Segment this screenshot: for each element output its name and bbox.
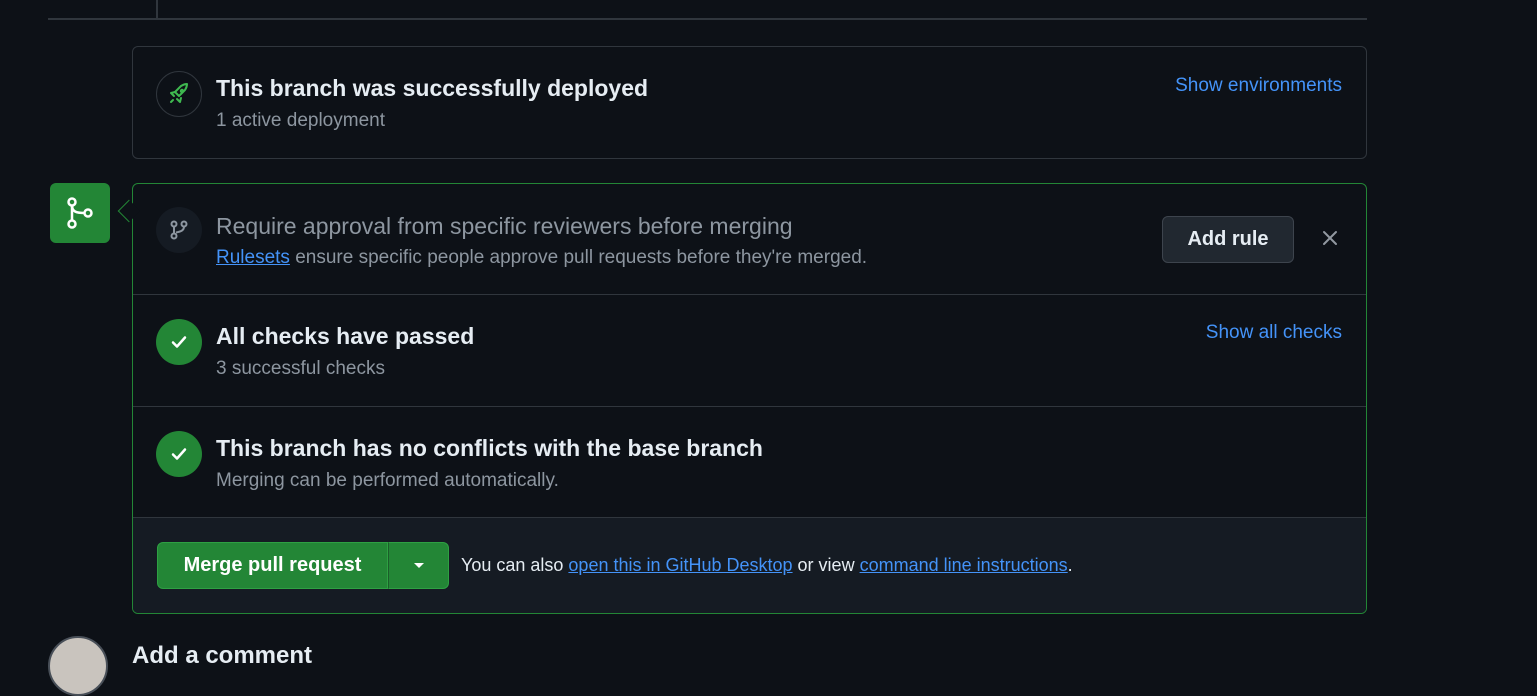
rulesets-link[interactable]: Rulesets <box>216 247 290 268</box>
merge-status-box: Require approval from specific reviewers… <box>132 183 1367 614</box>
timeline-divider <box>48 18 1367 20</box>
deployment-box: This branch was successfully deployed 1 … <box>132 46 1367 159</box>
checks-subtitle: 3 successful checks <box>216 358 385 379</box>
rules-subtitle: Rulesets ensure specific people approve … <box>216 247 867 269</box>
git-merge-badge-icon <box>50 183 110 243</box>
conflicts-subtitle: Merging can be performed automatically. <box>216 470 559 491</box>
footer-text-3: . <box>1067 555 1073 575</box>
check-icon <box>156 319 202 365</box>
avatar <box>48 636 108 696</box>
checks-section: All checks have passed 3 successful chec… <box>133 295 1366 407</box>
merge-button-group: Merge pull request <box>157 542 449 589</box>
merge-pull-request-button[interactable]: Merge pull request <box>157 542 388 589</box>
rules-subtitle-text: ensure specific people approve pull requ… <box>289 247 868 268</box>
show-environments-link[interactable]: Show environments <box>1175 75 1342 97</box>
timeline-connector <box>156 0 158 19</box>
footer-text-1: You can also <box>461 555 569 575</box>
rules-section: Require approval from specific reviewers… <box>133 184 1366 295</box>
merge-footer: Merge pull request You can also open thi… <box>133 518 1366 613</box>
add-comment-heading: Add a comment <box>132 642 313 669</box>
add-rule-button[interactable]: Add rule <box>1162 216 1294 263</box>
command-line-instructions-link[interactable]: command line instructions <box>860 555 1068 575</box>
deployment-subtitle: 1 active deployment <box>216 110 385 131</box>
open-github-desktop-link[interactable]: open this in GitHub Desktop <box>568 555 792 575</box>
close-icon[interactable] <box>1316 224 1344 252</box>
conflicts-section: This branch has no conflicts with the ba… <box>133 407 1366 518</box>
show-all-checks-link[interactable]: Show all checks <box>1206 322 1342 344</box>
rocket-icon <box>156 71 202 117</box>
checks-title: All checks have passed <box>216 323 475 349</box>
check-icon <box>156 431 202 477</box>
footer-text-2: or view <box>792 555 860 575</box>
chevron-down-icon[interactable] <box>388 542 449 589</box>
rules-title: Require approval from specific reviewers… <box>216 213 793 239</box>
deployment-title: This branch was successfully deployed <box>216 75 649 101</box>
conflicts-title: This branch has no conflicts with the ba… <box>216 435 763 461</box>
git-branch-icon <box>156 207 202 253</box>
merge-alternatives-text: You can also open this in GitHub Desktop… <box>461 555 1073 576</box>
